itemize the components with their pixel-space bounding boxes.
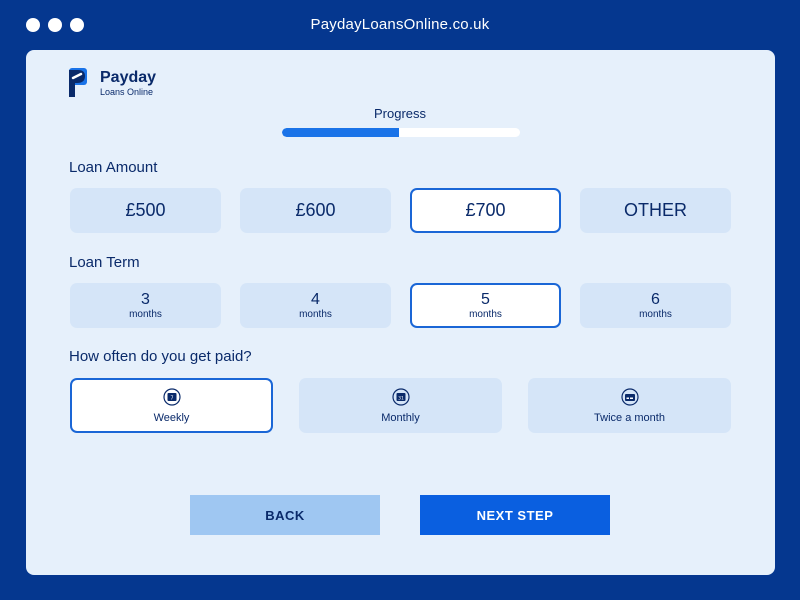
form-panel: Payday Loans Online Progress Loan Amount…	[26, 50, 775, 575]
progress-fill	[282, 128, 399, 137]
brand-mark-icon	[69, 68, 87, 97]
term-option[interactable]: 5 months	[410, 283, 561, 328]
term-value: 3	[141, 290, 150, 308]
term-option[interactable]: 6 months	[580, 283, 731, 328]
term-unit: months	[299, 308, 332, 320]
frequency-option[interactable]: Twice a month	[528, 378, 731, 433]
calendar-month-icon: 31	[391, 387, 410, 406]
calendar-badge: 7	[170, 395, 173, 401]
pay-frequency-label: How often do you get paid?	[69, 348, 252, 365]
progress-label: Progress	[373, 106, 427, 121]
term-value: 5	[481, 290, 490, 308]
frequency-label: Weekly	[153, 411, 190, 424]
frequency-option[interactable]: 7 Weekly	[70, 378, 273, 433]
frequency-label: Monthly	[381, 411, 420, 424]
term-unit: months	[469, 308, 502, 320]
calendar-badge: 31	[398, 395, 404, 401]
amount-option[interactable]: £500	[70, 188, 221, 233]
progress-bar	[282, 128, 520, 137]
frequency-label: Twice a month	[594, 411, 665, 424]
loan-term-label: Loan Term	[69, 254, 140, 271]
card-icon	[620, 387, 639, 406]
term-option[interactable]: 4 months	[240, 283, 391, 328]
amount-option[interactable]: £700	[410, 188, 561, 233]
back-button[interactable]: BACK	[190, 495, 380, 535]
brand-name: Payday	[100, 69, 157, 86]
term-unit: months	[129, 308, 162, 320]
brand-tagline: Loans Online	[100, 87, 154, 97]
page-url: PaydayLoansOnline.co.uk	[310, 16, 490, 33]
loan-amount-label: Loan Amount	[69, 159, 158, 176]
next-step-button[interactable]: NEXT STEP	[420, 495, 610, 535]
loan-term-options: 3 months 4 months 5 months 6 months	[70, 283, 731, 328]
calendar-week-icon: 7	[162, 387, 181, 406]
term-option[interactable]: 3 months	[70, 283, 221, 328]
amount-option[interactable]: OTHER	[580, 188, 731, 233]
term-value: 6	[651, 290, 660, 308]
pay-frequency-options: 7 Weekly 31 Monthly Twice a month	[70, 378, 731, 433]
term-unit: months	[639, 308, 672, 320]
term-value: 4	[311, 290, 320, 308]
loan-amount-options: £500 £600 £700 OTHER	[70, 188, 731, 233]
frequency-option[interactable]: 31 Monthly	[299, 378, 502, 433]
brand-logo: Payday Loans Online	[68, 68, 156, 98]
amount-option[interactable]: £600	[240, 188, 391, 233]
